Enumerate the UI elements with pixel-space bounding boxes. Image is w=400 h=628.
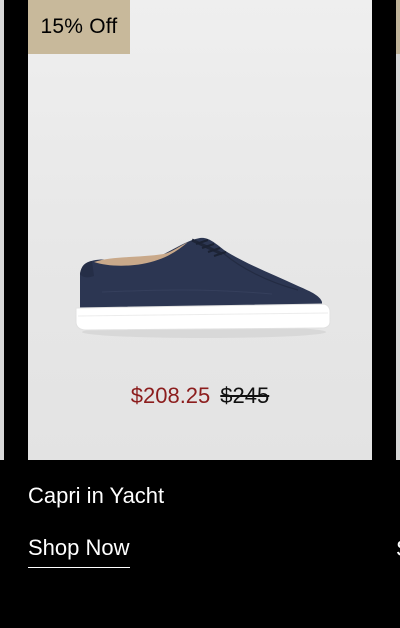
shop-now-link[interactable]: Shop Now xyxy=(28,532,130,568)
next-slide-text-peek: S xyxy=(396,534,400,564)
product-carousel: S 15% Off xyxy=(0,0,400,628)
next-slide-peek[interactable] xyxy=(396,0,400,460)
next-slide-badge-peek xyxy=(396,0,400,54)
product-card[interactable]: 15% Off $208.25 $245 xyxy=(28,0,372,460)
discount-badge: 15% Off xyxy=(28,0,130,54)
previous-slide-peek[interactable] xyxy=(0,0,4,460)
original-price: $245 xyxy=(220,383,270,408)
product-image-sneaker[interactable] xyxy=(72,232,332,342)
product-title[interactable]: Capri in Yacht xyxy=(28,480,164,512)
price-row: $208.25 $245 xyxy=(28,380,372,412)
sale-price: $208.25 xyxy=(130,383,211,408)
